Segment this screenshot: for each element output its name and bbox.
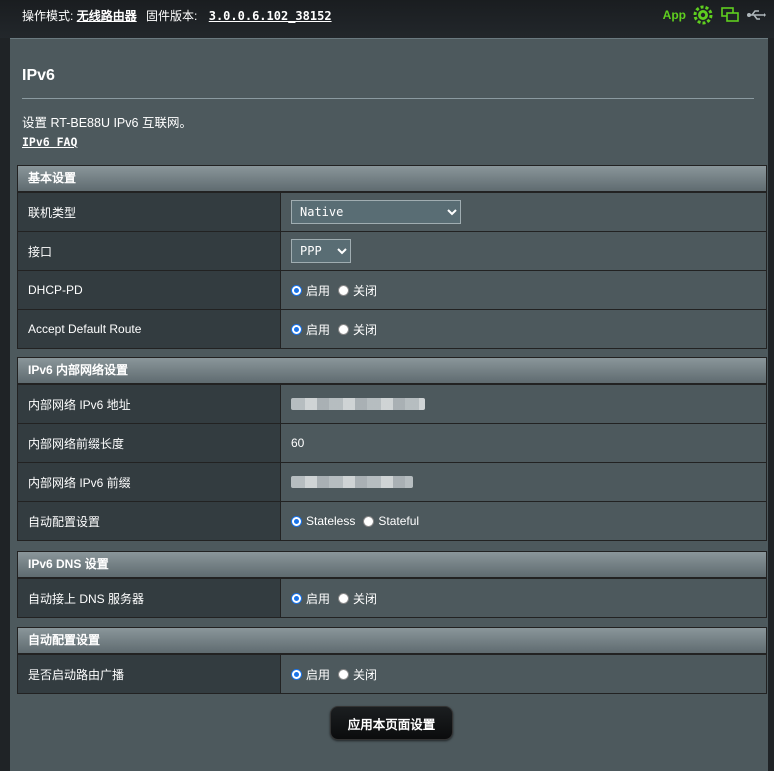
app-link[interactable]: App xyxy=(663,8,686,22)
section-header: IPv6 内部网络设置 xyxy=(18,358,766,384)
apply-settings-button[interactable]: 应用本页面设置 xyxy=(330,706,453,740)
lan-ipv6-section: IPv6 内部网络设置 内部网络 IPv6 地址 内部网络前缀长度 60 内部网… xyxy=(17,357,767,541)
top-bar: 操作模式: 无线路由器 固件版本: 3.0.0.6.102_38152 App xyxy=(0,0,774,38)
row-label: 内部网络前缀长度 xyxy=(18,424,281,462)
interface-select[interactable]: PPP xyxy=(291,239,351,263)
basic-settings-section: 基本设置 联机类型 Native 接口 PPP DHCP-PD 启用 关闭 Ac… xyxy=(17,165,767,349)
row-label: Accept Default Route xyxy=(18,310,281,348)
auto-dns-disable-radio[interactable]: 关闭 xyxy=(338,590,377,607)
ipv6-faq-link[interactable]: IPv6 FAQ xyxy=(22,135,77,149)
gear-icon[interactable] xyxy=(692,4,714,26)
page-description: 设置 RT-BE88U IPv6 互联网。 xyxy=(22,116,192,130)
firmware-version-link[interactable]: 3.0.0.6.102_38152 xyxy=(209,9,332,23)
row-label: 自动接上 DNS 服务器 xyxy=(18,579,281,617)
firmware-label: 固件版本: xyxy=(146,9,198,23)
dhcp-pd-disable-radio[interactable]: 关闭 xyxy=(338,282,377,299)
ipv6-dns-section: IPv6 DNS 设置 自动接上 DNS 服务器 启用 关闭 xyxy=(17,551,767,618)
prefix-length-row: 内部网络前缀长度 60 xyxy=(18,423,766,462)
autoconf-section: 自动配置设置 是否启动路由广播 启用 关闭 xyxy=(17,627,767,694)
mode-label: 操作模式: xyxy=(22,9,74,23)
router-advertisement-row: 是否启动路由广播 启用 关闭 xyxy=(18,654,766,693)
accept-default-route-row: Accept Default Route 启用 关闭 xyxy=(18,309,766,348)
accept-route-enable-radio[interactable]: 启用 xyxy=(291,321,330,338)
usb-icon[interactable] xyxy=(746,8,766,22)
redacted-prefix xyxy=(291,476,413,488)
router-adv-enable-radio[interactable]: 启用 xyxy=(291,666,330,683)
row-label: 接口 xyxy=(18,232,281,270)
row-label: 内部网络 IPv6 前缀 xyxy=(18,463,281,501)
dhcp-pd-enable-radio[interactable]: 启用 xyxy=(291,282,330,299)
autoconf-setting-row: 自动配置设置 Stateless Stateful xyxy=(18,501,766,540)
section-header: 自动配置设置 xyxy=(18,628,766,654)
row-label: DHCP-PD xyxy=(18,271,281,309)
auto-dns-row: 自动接上 DNS 服务器 启用 关闭 xyxy=(18,578,766,617)
connection-type-select[interactable]: Native xyxy=(291,200,461,224)
section-header: 基本设置 xyxy=(18,166,766,192)
top-right-icons: App xyxy=(663,4,766,26)
content-panel: IPv6 设置 RT-BE88U IPv6 互联网。 IPv6 FAQ 基本设置… xyxy=(10,38,768,771)
interface-row: 接口 PPP xyxy=(18,231,766,270)
row-label: 内部网络 IPv6 地址 xyxy=(18,385,281,423)
accept-route-disable-radio[interactable]: 关闭 xyxy=(338,321,377,338)
page-title: IPv6 xyxy=(22,67,55,84)
auto-dns-enable-radio[interactable]: 启用 xyxy=(291,590,330,607)
dhcp-pd-row: DHCP-PD 启用 关闭 xyxy=(18,270,766,309)
row-label: 联机类型 xyxy=(18,193,281,231)
mode-value-link[interactable]: 无线路由器 xyxy=(77,9,137,23)
title-divider xyxy=(22,98,754,99)
prefix-length-value: 60 xyxy=(291,436,305,450)
monitor-icon[interactable] xyxy=(720,6,740,24)
connection-type-row: 联机类型 Native xyxy=(18,192,766,231)
stateful-radio[interactable]: Stateful xyxy=(363,514,419,528)
redacted-address xyxy=(291,398,425,410)
lan-prefix-row: 内部网络 IPv6 前缀 xyxy=(18,462,766,501)
lan-address-row: 内部网络 IPv6 地址 xyxy=(18,384,766,423)
stateless-radio[interactable]: Stateless xyxy=(291,514,355,528)
row-label: 自动配置设置 xyxy=(18,502,281,540)
section-header: IPv6 DNS 设置 xyxy=(18,552,766,578)
router-adv-disable-radio[interactable]: 关闭 xyxy=(338,666,377,683)
system-info: 操作模式: 无线路由器 固件版本: 3.0.0.6.102_38152 xyxy=(22,7,332,24)
row-label: 是否启动路由广播 xyxy=(18,655,281,693)
